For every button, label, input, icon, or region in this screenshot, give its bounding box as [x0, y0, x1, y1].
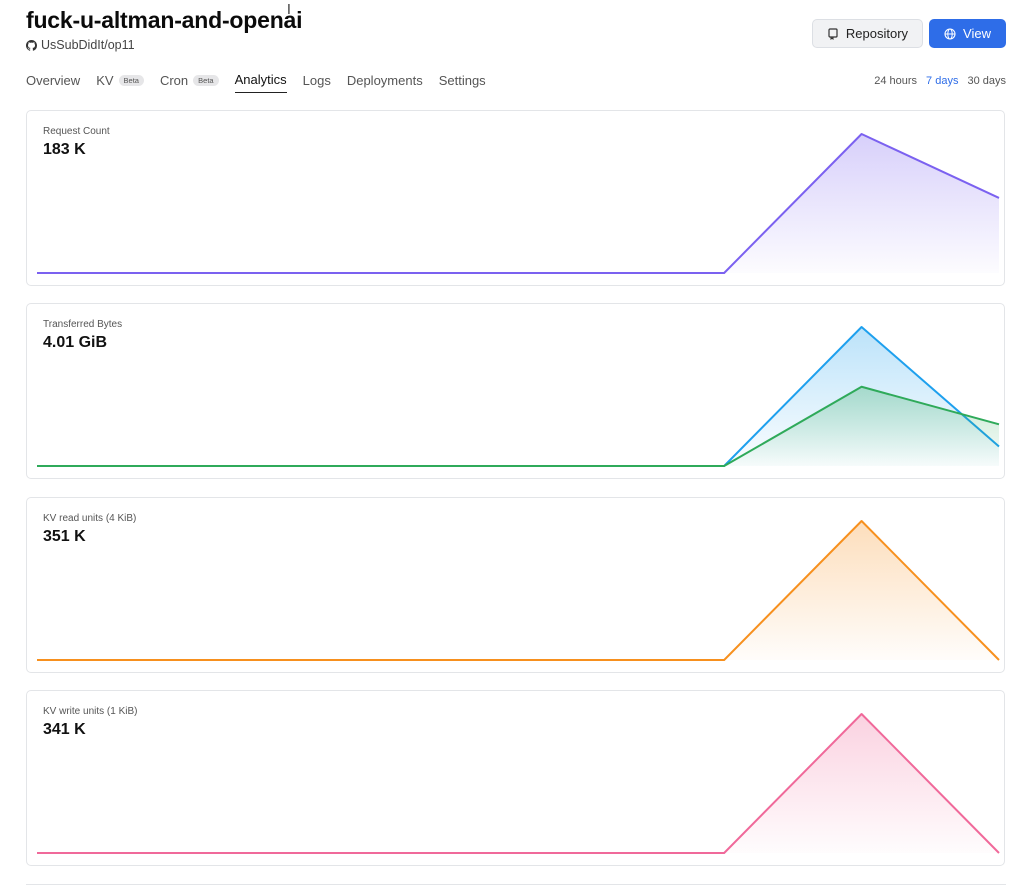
- beta-badge: Beta: [193, 74, 219, 86]
- request-count-chart: [36, 133, 1000, 274]
- repository-button-label: Repository: [845, 26, 909, 41]
- chart-title: Request Count: [43, 126, 110, 137]
- transferred-bytes-card: Transferred Bytes 4.01 GiB: [26, 303, 1005, 479]
- series-area: [37, 714, 999, 853]
- chart-total: 351 K: [43, 528, 86, 545]
- tab-label: Settings: [438, 72, 486, 88]
- tab-label: Overview: [26, 72, 81, 88]
- kv-write-units-chart: [36, 713, 1000, 854]
- tab-deployments[interactable]: Deployments: [347, 72, 423, 93]
- text-cursor-icon: I: [287, 3, 291, 18]
- series-area: [37, 134, 999, 273]
- chart-total: 341 K: [43, 721, 86, 738]
- time-range-selector: 24 hours 7 days 30 days: [874, 75, 1006, 87]
- kv-read-units-chart: [36, 520, 1000, 661]
- series-area: [37, 386, 999, 466]
- series-area: [37, 521, 999, 660]
- tab-settings[interactable]: Settings: [439, 72, 486, 93]
- kv-write-units-card: KV write units (1 KiB) 341 K: [26, 690, 1005, 866]
- globe-icon: [944, 27, 956, 40]
- tab-label: Analytics: [234, 72, 287, 87]
- request-count-card: Request Count 183 K: [26, 110, 1005, 286]
- view-button[interactable]: View: [929, 19, 1006, 48]
- tab-analytics[interactable]: Analytics: [234, 72, 287, 93]
- tab-label: Logs: [302, 72, 331, 88]
- book-icon: [828, 27, 838, 40]
- tab-cron[interactable]: Cron Beta: [160, 72, 219, 93]
- chart-total: 4.01 GiB: [43, 334, 108, 351]
- chart-title: Transferred Bytes: [43, 319, 123, 330]
- tab-label: Deployments: [346, 72, 423, 88]
- beta-badge: Beta: [118, 74, 144, 86]
- kv-read-units-card: KV read units (4 KiB) 351 K: [26, 497, 1005, 673]
- tab-overview[interactable]: Overview: [26, 72, 80, 93]
- github-icon: [26, 39, 37, 51]
- transferred-bytes-chart: [36, 326, 1000, 467]
- range-24-hours[interactable]: 24 hours: [874, 75, 917, 87]
- range-7-days[interactable]: 7 days: [926, 75, 958, 87]
- project-tabs: Overview KV Beta Cron Beta Analytics Logs …: [26, 72, 486, 93]
- page-header: fuck-u-altman-and-openai UsSubDidIt/op11…: [26, 6, 1006, 66]
- repo-name: UsSubDidIt/op11: [41, 38, 135, 52]
- chart-total: 183 K: [43, 141, 86, 158]
- chart-title: KV read units (4 KiB): [43, 513, 137, 524]
- view-button-label: View: [963, 26, 991, 41]
- range-30-days[interactable]: 30 days: [967, 75, 1006, 87]
- repository-button[interactable]: Repository: [811, 19, 924, 48]
- tab-kv[interactable]: KV Beta: [96, 72, 144, 93]
- tab-label: Cron: [159, 72, 189, 88]
- tab-label: KV: [96, 72, 114, 88]
- chart-title: KV write units (1 KiB): [43, 706, 138, 717]
- tab-logs[interactable]: Logs: [303, 72, 331, 93]
